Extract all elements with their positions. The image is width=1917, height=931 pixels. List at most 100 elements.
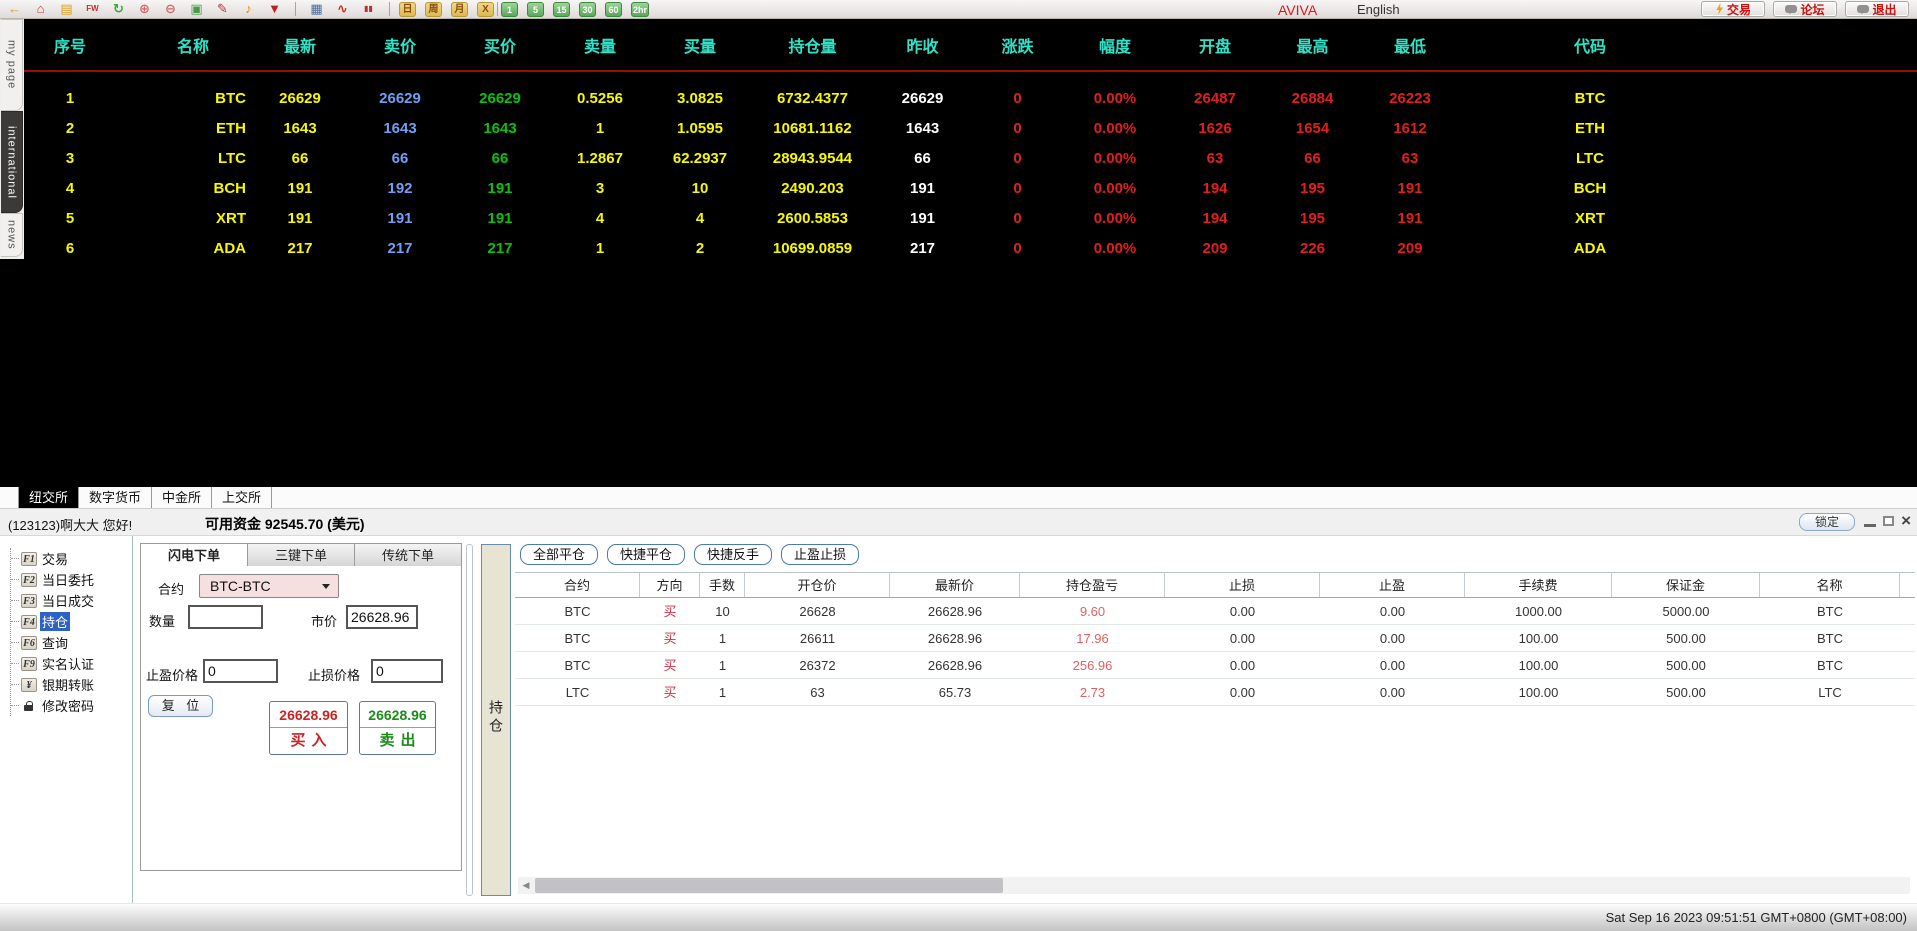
market-price-input[interactable] <box>346 605 418 629</box>
sidebar-item-3[interactable]: F4 持仓 <box>11 611 132 632</box>
sidebar-item-5[interactable]: F9 实名认证 <box>11 653 132 674</box>
exit-button-label: 退出 <box>1872 2 1897 17</box>
take-profit-input[interactable] <box>203 659 278 683</box>
sidebar-item-0[interactable]: F1 交易 <box>11 548 132 569</box>
market-cell: 10681.1162 <box>773 120 852 137</box>
market-cell: 26487 <box>1194 90 1236 107</box>
minimize-icon[interactable] <box>1864 523 1877 527</box>
sidebar-label: 银期转账 <box>42 678 95 693</box>
horizontal-scrollbar[interactable]: ◀ <box>518 877 1910 894</box>
order-tab-2[interactable]: 传统下单 <box>355 543 462 567</box>
position-col-5: 持仓盈亏 <box>1020 573 1165 597</box>
close-icon[interactable]: × <box>1901 512 1911 529</box>
buy-button[interactable]: 26628.96 买入 <box>269 701 348 755</box>
interval-button-4[interactable]: 60 <box>605 1 622 17</box>
language-switch[interactable]: English <box>1357 2 1400 17</box>
market-cell: 191 <box>387 210 413 227</box>
restore-icon[interactable] <box>1883 516 1895 526</box>
interval-button-3[interactable]: 30 <box>579 1 596 17</box>
side-tab-2[interactable]: news <box>1 213 23 257</box>
quantity-input[interactable] <box>188 605 263 629</box>
position-row[interactable]: BTC 买 10 26628 26628.96 9.60 0.00 0.00 1000.00 50… <box>515 598 1915 625</box>
forum-button[interactable]: 论坛 <box>1773 1 1837 17</box>
sidebar-item-1[interactable]: F2 当日委托 <box>11 569 132 590</box>
market-row[interactable]: 6 ADA 217 217 217 1 2 10699.0859 217 0 0.00% 209 226… <box>0 234 1917 264</box>
filter-icon[interactable]: ▼ <box>266 1 283 17</box>
market-cell: 217 <box>909 240 936 257</box>
position-cell: LTC <box>565 685 590 700</box>
scrollbar-thumb[interactable] <box>535 878 1003 893</box>
market-cell: 191 <box>287 180 313 197</box>
period-button-2[interactable]: 月 <box>451 1 468 17</box>
position-row[interactable]: LTC 买 1 63 65.73 2.73 0.00 0.00 100.00 500.00 LTC <box>515 679 1915 706</box>
sidebar-item-4[interactable]: F6 查询 <box>11 632 132 653</box>
market-row[interactable]: 5 XRT 191 191 191 4 4 2600.5853 191 0 0.00% 194 195 1… <box>0 204 1917 234</box>
zoom-out-icon[interactable]: ⊖ <box>162 1 179 17</box>
stop-loss-input[interactable] <box>371 659 443 683</box>
market-col-14: 代码 <box>1573 38 1606 56</box>
sidebar-item-6[interactable]: ¥ 银期转账 <box>11 674 132 695</box>
trade-button[interactable]: 交易 <box>1701 1 1765 17</box>
position-row[interactable]: BTC 买 1 26611 26628.96 17.96 0.00 0.00 100.00 500… <box>515 625 1915 652</box>
sidebar-key: F4 <box>21 614 37 629</box>
edit-icon[interactable]: ✎ <box>214 1 231 17</box>
interval-button-5[interactable]: 2hr <box>631 1 650 17</box>
zoom-in-icon[interactable]: ⊕ <box>136 1 153 17</box>
buy-price: 26628.96 <box>270 702 347 728</box>
position-col-9: 保证金 <box>1612 573 1760 597</box>
scroll-left-arrow-icon[interactable]: ◀ <box>518 877 534 894</box>
quote-table-icon[interactable]: ▦ <box>308 1 325 17</box>
refresh-icon[interactable]: ↻ <box>110 1 127 17</box>
position-vertical-tab[interactable]: 持仓 <box>481 544 511 896</box>
order-tab-0[interactable]: 闪电下单 <box>140 543 248 567</box>
chat-icon <box>1857 5 1870 14</box>
line-chart-icon[interactable]: ∿ <box>334 1 351 17</box>
exchange-tab-bar: 纽交所 数字货币 中金所 上交所 <box>0 487 1917 509</box>
ledger-icon[interactable]: ▤ <box>58 1 75 17</box>
fw-icon[interactable]: FW <box>84 1 101 17</box>
exchange-tab-0[interactable]: 纽交所 <box>18 487 80 508</box>
market-row[interactable]: 2 ETH 1643 1643 1643 1 1.0595 10681.1162 1643 0 0.… <box>0 114 1917 144</box>
lock-button[interactable]: 锁定 <box>1799 513 1855 531</box>
tree-dash <box>11 663 19 664</box>
panel-splitter[interactable] <box>466 544 473 896</box>
position-button-2[interactable]: 快捷反手 <box>694 544 773 565</box>
reset-button[interactable]: 复 位 <box>148 695 213 717</box>
interval-button-2[interactable]: 15 <box>553 1 570 17</box>
exchange-tab-2[interactable]: 中金所 <box>152 487 213 508</box>
exit-button[interactable]: 退出 <box>1845 1 1909 17</box>
market-row[interactable]: 4 BCH 191 192 191 3 10 2490.203 191 0 0.00% 194 195 1… <box>0 174 1917 204</box>
market-cell: 4 <box>595 210 605 227</box>
contract-select[interactable]: BTC-BTC <box>199 574 339 598</box>
candle-chart-icon[interactable]: ▮▮ <box>360 1 377 17</box>
period-button-3[interactable]: X <box>477 1 494 17</box>
market-row[interactable]: 3 LTC 66 66 66 1.2867 62.2937 28943.9544 66 0 0.00… <box>0 144 1917 174</box>
position-button-3[interactable]: 止盈止损 <box>781 544 860 565</box>
interval-button-1[interactable]: 5 <box>527 1 544 17</box>
side-tab-0[interactable]: my page <box>1 19 23 111</box>
position-button-1[interactable]: 快捷平仓 <box>607 544 686 565</box>
period-button-1[interactable]: 周 <box>425 1 442 17</box>
interval-button-0[interactable]: 1 <box>501 1 518 17</box>
sidebar-item-7[interactable]: 修改密码 <box>11 695 132 716</box>
market-cell: 0 <box>1013 240 1022 257</box>
horn-icon[interactable]: ♪ <box>240 1 257 17</box>
layers-icon[interactable]: ▣ <box>188 1 205 17</box>
exchange-tab-1[interactable]: 数字货币 <box>79 487 153 508</box>
position-cell: 买 <box>663 604 677 619</box>
sidebar-item-2[interactable]: F3 当日成交 <box>11 590 132 611</box>
position-cell: 26372 <box>799 658 836 673</box>
market-row[interactable]: 1 BTC 26629 26629 26629 0.5256 3.0825 6732.4377… <box>0 84 1917 114</box>
zoom-in-icon-glyph: ⊕ <box>139 1 150 16</box>
back-icon[interactable]: ← <box>6 1 23 17</box>
side-tab-1[interactable]: international <box>1 111 23 213</box>
position-button-0[interactable]: 全部平仓 <box>520 544 599 565</box>
tree-dash <box>11 642 19 643</box>
period-button-0[interactable]: 日 <box>399 1 416 17</box>
position-row[interactable]: BTC 买 1 26372 26628.96 256.96 0.00 0.00 100.00 50… <box>515 652 1915 679</box>
home-icon[interactable]: ⌂ <box>32 1 49 17</box>
market-cell: 1.0595 <box>677 120 723 137</box>
exchange-tab-3[interactable]: 上交所 <box>212 487 273 508</box>
order-tab-1[interactable]: 三键下单 <box>248 543 355 567</box>
sell-button[interactable]: 26628.96 卖出 <box>359 701 436 755</box>
